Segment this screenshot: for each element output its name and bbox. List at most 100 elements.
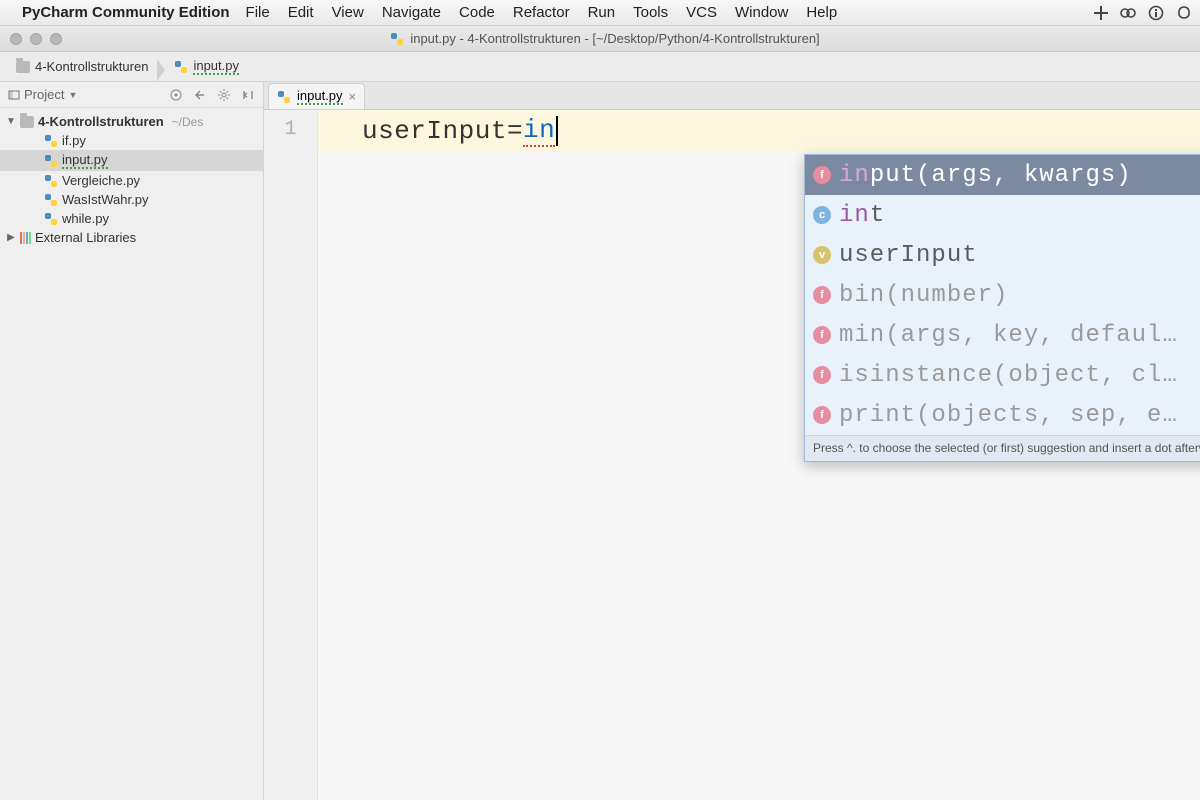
autocomplete-popup[interactable]: finput(args, kwargs)builtinscintbuiltins… [804,154,1200,462]
mac-menubar: PyCharm Community Edition File Edit View… [0,0,1200,26]
completion-signature: input(args, kwargs) [839,162,1200,189]
editor-tab-label: input.py [297,88,343,105]
menu-edit[interactable]: Edit [288,4,314,21]
autocomplete-item[interactable]: fmin(args, key, defaul…builtins [805,315,1200,355]
tree-file-label: if.py [62,133,86,148]
menu-vcs[interactable]: VCS [686,4,717,21]
completion-signature: print(objects, sep, e… [839,402,1200,429]
menu-run[interactable]: Run [588,4,616,21]
editor-tabstrip: input.py × [264,82,1200,110]
tree-root-path: ~/Des [172,115,204,129]
tree-file[interactable]: Vergleiche.py [0,171,263,190]
tree-file-label: WasIstWahr.py [62,192,148,207]
completion-kind-icon: f [813,166,831,184]
python-file-icon [44,193,58,207]
completion-kind-icon: f [813,406,831,424]
menu-navigate[interactable]: Navigate [382,4,441,21]
autocomplete-item[interactable]: fisinstance(object, cl…builtins [805,355,1200,395]
line-number: 1 [264,118,317,141]
sidebar-tool-target-icon[interactable] [169,88,183,102]
code-editor[interactable]: 1 userInput = in finput(args, kwargs)bui… [264,110,1200,800]
python-file-icon [44,154,58,168]
text-caret [556,116,558,146]
tray-icon[interactable] [1092,5,1108,21]
python-file-icon [174,60,188,74]
close-window-button[interactable] [10,33,22,45]
sidebar-toolbar: Project ▼ [0,82,263,108]
tree-external-libraries[interactable]: ▶ External Libraries [0,228,263,247]
python-file-icon [277,90,291,104]
python-file-icon [44,212,58,226]
autocomplete-footer: Press ^. to choose the selected (or firs… [805,435,1200,461]
breadcrumb-file[interactable]: input.py [168,56,249,77]
breadcrumb: 4-Kontrollstrukturen input.py [0,52,1200,82]
code-identifier: userInput [362,116,507,146]
zoom-window-button[interactable] [50,33,62,45]
tree-file[interactable]: while.py [0,209,263,228]
tree-file-label: input.py [62,152,108,169]
code-operator: = [507,116,523,146]
menu-help[interactable]: Help [806,4,837,21]
tree-file-label: Vergleiche.py [62,173,140,188]
menu-view[interactable]: View [332,4,364,21]
code-typed-fragment: in [523,115,555,147]
autocomplete-item[interactable]: fbin(number)builtins [805,275,1200,315]
app-name[interactable]: PyCharm Community Edition [22,4,230,21]
autocomplete-item[interactable]: fprint(objects, sep, e…builtins [805,395,1200,435]
chevron-right-icon[interactable]: ▶ [6,232,16,243]
python-file-icon [390,32,404,46]
editor-area: input.py × 1 userInput = in f input(args,… [264,82,1200,800]
menu-refactor[interactable]: Refactor [513,4,570,21]
tray-icon[interactable] [1176,5,1192,21]
menu-window[interactable]: Window [735,4,788,21]
completion-kind-icon: f [813,286,831,304]
tree-external-label: External Libraries [35,230,136,245]
tree-root[interactable]: ▼ 4-Kontrollstrukturen ~/Des [0,112,263,131]
completion-signature: bin(number) [839,282,1200,309]
completion-signature: min(args, key, defaul… [839,322,1200,349]
menu-tools[interactable]: Tools [633,4,668,21]
close-tab-button[interactable]: × [349,89,357,104]
project-tool-label[interactable]: Project ▼ [8,87,77,102]
editor-tab[interactable]: input.py × [268,83,365,109]
sidebar-tool-collapse-icon[interactable] [193,88,207,102]
sidebar-tool-hide-icon[interactable] [241,88,255,102]
project-sidebar: Project ▼ ▼ 4-Kontrollstrukturen ~/Des i… [0,82,264,800]
tray-icon[interactable] [1120,5,1136,21]
tree-file[interactable]: if.py [0,131,263,150]
autocomplete-item[interactable]: vuserInput [805,235,1200,275]
window-title: input.py - 4-Kontrollstrukturen - [~/Des… [410,31,819,46]
window-titlebar: input.py - 4-Kontrollstrukturen - [~/Des… [0,26,1200,52]
menu-file[interactable]: File [246,4,270,21]
python-file-icon [44,174,58,188]
tree-file[interactable]: WasIstWahr.py [0,190,263,209]
tree-root-label: 4-Kontrollstrukturen [38,114,164,129]
code-line[interactable]: userInput = in [318,110,1200,152]
completion-signature: userInput [839,242,1200,269]
project-tree[interactable]: ▼ 4-Kontrollstrukturen ~/Des if.py input… [0,108,263,251]
project-tool-text: Project [24,87,64,102]
window-controls [10,33,62,45]
completion-kind-icon: c [813,206,831,224]
line-gutter: 1 [264,110,318,800]
libraries-icon [20,232,31,244]
minimize-window-button[interactable] [30,33,42,45]
folder-icon [16,61,30,73]
tree-file[interactable]: input.py [0,150,263,171]
completion-kind-icon: f [813,326,831,344]
chevron-down-icon[interactable]: ▼ [6,116,16,127]
chevron-down-icon: ▼ [68,90,77,100]
menu-code[interactable]: Code [459,4,495,21]
tree-file-label: while.py [62,211,109,226]
python-file-icon [44,134,58,148]
menubar-tray [1092,5,1192,21]
completion-kind-icon: f [813,366,831,384]
completion-signature: int [839,202,1200,229]
autocomplete-hint: Press ^. to choose the selected (or firs… [813,440,1200,457]
breadcrumb-file-label: input.py [193,58,239,75]
gear-icon[interactable] [217,88,231,102]
autocomplete-item[interactable]: finput(args, kwargs)builtins [805,155,1200,195]
autocomplete-item[interactable]: cintbuiltins [805,195,1200,235]
breadcrumb-folder[interactable]: 4-Kontrollstrukturen [10,57,158,76]
tray-icon[interactable] [1148,5,1164,21]
